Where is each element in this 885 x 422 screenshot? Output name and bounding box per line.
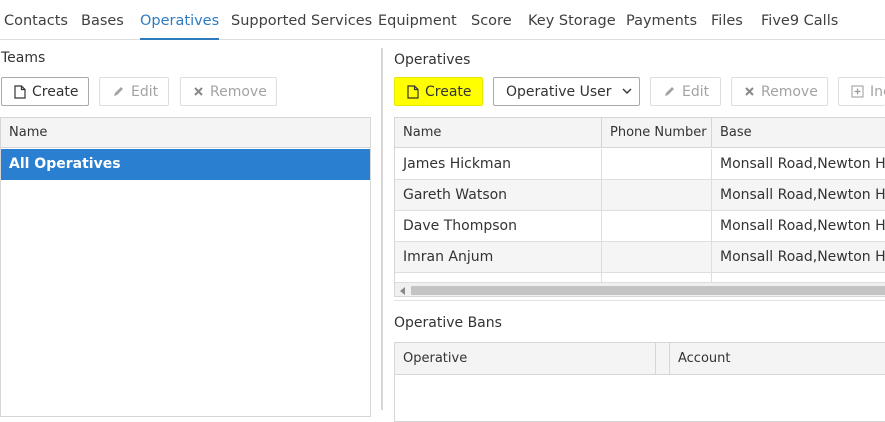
panel-splitter[interactable] (381, 48, 383, 410)
tab-operatives[interactable]: Operatives (140, 0, 220, 40)
operative-user-label: Operative User (506, 83, 612, 100)
tab-bases[interactable]: Bases (81, 0, 124, 40)
operatives-remove-button[interactable]: Remove (731, 77, 828, 106)
teams-create-button[interactable]: Create (1, 77, 89, 106)
operative-bans-title: Operative Bans (394, 315, 502, 331)
operatives-create-button[interactable]: Create (394, 77, 483, 106)
bans-col-operative[interactable]: Operative (395, 343, 656, 375)
teams-title: Teams (1, 50, 46, 66)
operatives-remove-label: Remove (761, 83, 818, 100)
tab-payments[interactable]: Payments (626, 0, 697, 40)
operatives-grid-header: Name Phone Number Base (395, 118, 885, 148)
file-icon (407, 84, 419, 100)
tab-contacts[interactable]: Contacts (4, 0, 68, 40)
operatives-title: Operatives (394, 52, 471, 68)
operatives-horizontal-scrollbar[interactable] (395, 282, 885, 296)
operative-phone (602, 211, 712, 242)
x-icon (193, 84, 204, 100)
tab-key-storage[interactable]: Key Storage (528, 0, 616, 40)
tab-supported-services[interactable]: Supported Services (231, 0, 372, 40)
operatives-create-label: Create (425, 83, 472, 100)
tab-bar: Contacts Bases Operatives Supported Serv… (0, 0, 885, 40)
file-icon (14, 84, 26, 100)
bans-col-account[interactable]: Account (670, 343, 885, 375)
operatives-include-label: Inc (870, 83, 885, 100)
operatives-edit-button[interactable]: Edit (650, 77, 721, 106)
teams-grid-header: Name (1, 118, 370, 148)
operative-bans-grid: Operative Account (394, 342, 885, 422)
pencil-icon (112, 84, 125, 100)
teams-edit-button[interactable]: Edit (99, 77, 169, 106)
panel-divider (394, 300, 885, 301)
teams-col-name[interactable]: Name (1, 118, 370, 148)
tab-equipment[interactable]: Equipment (378, 0, 457, 40)
operative-base: Monsall Road,Newton Hea (720, 187, 885, 203)
operative-name: Dave Thompson (395, 211, 602, 242)
operatives-col-name[interactable]: Name (395, 118, 602, 148)
operative-base: Monsall Road,Newton Hea (720, 249, 885, 265)
table-row[interactable]: Gareth Watson Monsall Road,Newton Hea (395, 180, 885, 211)
operative-phone (602, 180, 712, 211)
operative-user-dropdown[interactable]: Operative User (493, 77, 640, 106)
teams-create-label: Create (32, 83, 79, 100)
operative-base: Monsall Road,Newton Hea (720, 156, 885, 172)
bans-col-spacer (656, 343, 670, 375)
pencil-icon (663, 84, 676, 100)
table-row[interactable]: Dave Thompson Monsall Road,Newton Hea (395, 211, 885, 242)
table-row[interactable]: Imran Anjum Monsall Road,Newton Hea (395, 242, 885, 273)
tab-five9-calls[interactable]: Five9 Calls (761, 0, 838, 40)
operative-name: Gareth Watson (395, 180, 602, 211)
operative-base: Monsall Road,Newton Hea (720, 218, 885, 234)
scroll-left-icon[interactable] (397, 285, 409, 296)
operatives-edit-label: Edit (682, 83, 710, 100)
operative-name: James Hickman (395, 149, 602, 180)
teams-remove-label: Remove (210, 83, 267, 100)
operatives-include-button[interactable]: Inc (838, 77, 885, 106)
operatives-col-phone[interactable]: Phone Number (602, 118, 712, 148)
chevron-down-icon (622, 88, 632, 95)
operatives-grid: Name Phone Number Base James Hickman Mon… (394, 117, 885, 297)
operative-bans-header: Operative Account (395, 343, 885, 375)
plus-box-icon (851, 84, 864, 100)
operative-name: Imran Anjum (395, 242, 602, 273)
teams-grid: Name All Operatives (0, 117, 371, 417)
operative-phone (602, 242, 712, 273)
x-icon (744, 84, 755, 100)
operatives-col-base[interactable]: Base (712, 118, 885, 148)
scrollbar-thumb[interactable] (411, 286, 885, 295)
operative-phone (602, 149, 712, 180)
teams-remove-button[interactable]: Remove (180, 77, 277, 106)
tab-score[interactable]: Score (471, 0, 512, 40)
teams-row-selected[interactable]: All Operatives (1, 149, 370, 180)
table-row[interactable]: James Hickman Monsall Road,Newton Hea (395, 149, 885, 180)
teams-edit-label: Edit (131, 83, 159, 100)
tab-files[interactable]: Files (711, 0, 743, 40)
